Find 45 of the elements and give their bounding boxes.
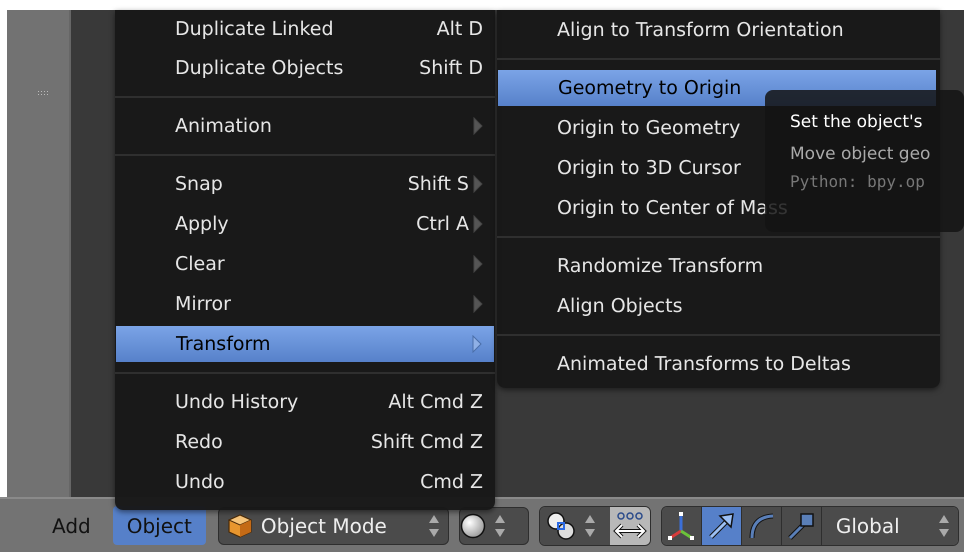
menu-item[interactable]: Animated Transforms to Deltas <box>497 344 940 384</box>
shortcut-label: Cmd Z <box>420 471 483 493</box>
header-menu[interactable]: Object <box>112 506 206 545</box>
mode-label: Object Mode <box>260 514 388 538</box>
tooltip-python: Python: bpy.op <box>790 172 926 191</box>
menu-item[interactable]: Transform <box>116 326 494 362</box>
menu-item[interactable]: Duplicate Linked Alt D <box>115 10 495 48</box>
menu-item[interactable]: Randomize Transform <box>497 246 940 286</box>
sphere-icon <box>460 512 486 538</box>
shortcut-label: Shift S <box>408 173 469 195</box>
header-menu[interactable]: Add <box>40 506 103 545</box>
up-down-arrows-icon <box>938 514 950 538</box>
menu-item[interactable]: Redo Shift Cmd Z <box>115 422 495 462</box>
menu-item[interactable]: Undo History Alt Cmd Z <box>115 382 495 422</box>
tooltip-title: Set the object's <box>790 112 924 132</box>
menu-item[interactable]: Animation <box>115 106 495 146</box>
menu-item[interactable]: Apply Ctrl A <box>115 204 495 244</box>
orientation-label: Global <box>836 514 901 538</box>
shortcut-label: Alt D <box>436 18 483 40</box>
menu-item[interactable]: Align to Transform Orientation <box>497 10 940 50</box>
menu-item[interactable]: Clear <box>115 244 495 284</box>
shortcut-label: Ctrl A <box>416 213 469 235</box>
menu-item[interactable]: Snap Shift S <box>115 164 495 204</box>
shortcut-label: Alt Cmd Z <box>388 391 483 413</box>
axes-icon <box>666 510 696 540</box>
dots-double-arrow-icon <box>612 510 647 540</box>
manipulator-button[interactable] <box>702 506 742 544</box>
up-down-arrows-icon <box>428 514 440 538</box>
orientation-dropdown[interactable]: Global <box>822 506 958 544</box>
cube-icon <box>226 512 253 538</box>
tooltip-description: Move object geo <box>790 144 932 164</box>
manipulator-button[interactable] <box>662 506 702 544</box>
shading-dropdown[interactable] <box>458 506 529 544</box>
pivot-dropdown[interactable] <box>540 506 610 544</box>
menu-item[interactable]: Duplicate Objects Shift D <box>115 48 495 88</box>
up-down-arrows-icon <box>584 514 596 538</box>
align-toggle[interactable] <box>610 506 650 544</box>
shortcut-label: Shift D <box>419 57 483 79</box>
menu-item[interactable]: Align Objects <box>497 286 940 326</box>
handle-icon <box>786 510 816 540</box>
shortcut-label: Shift Cmd Z <box>370 431 483 453</box>
menu-item[interactable]: Mirror <box>115 284 495 324</box>
up-down-arrows-icon <box>494 514 506 538</box>
menu-item[interactable]: Undo Cmd Z <box>115 462 495 502</box>
pivot-circles-icon <box>546 510 576 540</box>
